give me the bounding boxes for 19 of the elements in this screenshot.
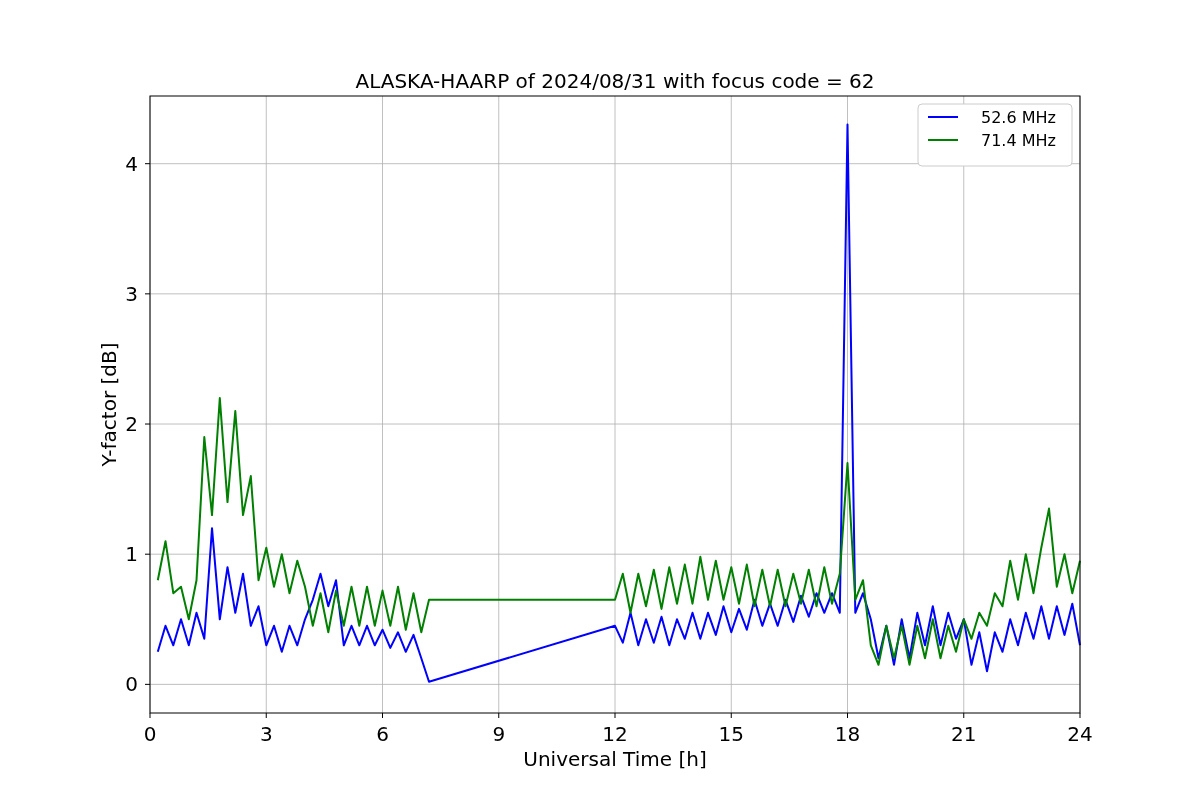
y-tick-label: 1 — [125, 542, 138, 567]
y-tick-label: 0 — [125, 672, 138, 697]
x-tick-label: 9 — [492, 722, 506, 746]
chart-title: ALASKA-HAARP of 2024/08/31 with focus code = 62 — [355, 69, 875, 93]
x-tick-label: 18 — [834, 722, 861, 746]
legend-label: 71.4 MHz — [981, 131, 1056, 150]
y-tick-label: 2 — [125, 412, 138, 437]
x-tick-label: 15 — [718, 722, 744, 746]
y-axis-label: Y-factor [dB] — [97, 342, 121, 467]
x-tick-label: 3 — [259, 722, 273, 746]
x-tick-label: 12 — [602, 722, 628, 746]
x-tick-label: 6 — [376, 722, 389, 746]
y-tick-label: 4 — [125, 151, 138, 176]
x-tick-label: 0 — [143, 722, 157, 746]
x-axis-label: Universal Time [h] — [523, 747, 707, 771]
x-tick-label: 24 — [1067, 722, 1093, 746]
legend-label: 52.6 MHz — [981, 108, 1056, 127]
y-tick-label: 3 — [125, 281, 138, 306]
x-tick-label: 21 — [951, 722, 977, 746]
